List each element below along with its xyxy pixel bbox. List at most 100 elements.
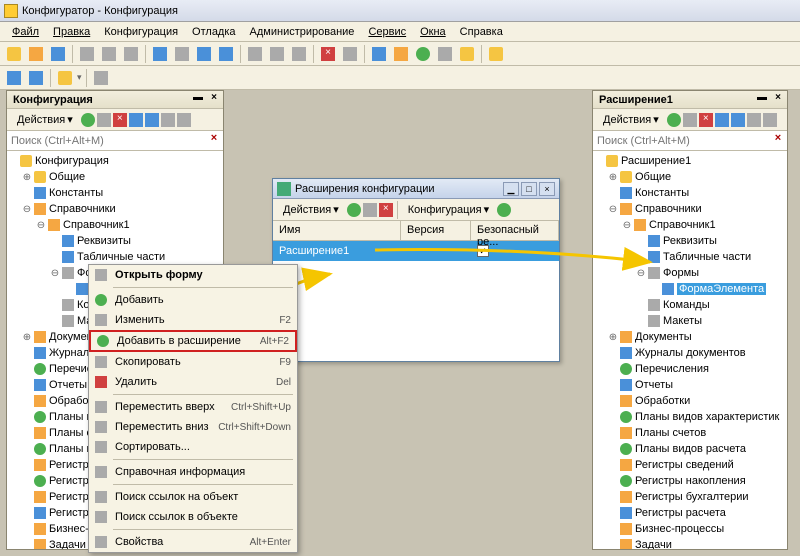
menu-file[interactable]: Файл [6, 24, 45, 40]
toggle-icon[interactable]: ⊕ [607, 332, 619, 343]
add-icon[interactable] [81, 113, 95, 127]
menu-item[interactable]: Справочная информация [89, 462, 297, 482]
tb-cut[interactable] [77, 44, 97, 64]
actions-dropdown[interactable]: Действия ▾ [11, 111, 79, 128]
tb-copy[interactable] [99, 44, 119, 64]
tb2-a[interactable] [4, 68, 24, 88]
tb-redo[interactable] [216, 44, 236, 64]
toggle-icon[interactable]: ⊖ [21, 204, 33, 215]
tb-new[interactable] [4, 44, 24, 64]
filter-icon[interactable] [763, 113, 777, 127]
delete-icon[interactable]: × [699, 113, 713, 127]
maximize-button[interactable]: □ [521, 182, 537, 196]
menu-item[interactable]: СкопироватьF9 [89, 352, 297, 372]
edit-icon[interactable] [683, 113, 697, 127]
menu-item[interactable]: Сортировать... [89, 437, 297, 457]
dialog-config-dropdown[interactable]: Конфигурация ▾ [402, 201, 495, 218]
tree-item[interactable]: Перечисления [593, 361, 787, 377]
toggle-icon[interactable]: ⊖ [635, 268, 647, 279]
tree-item[interactable]: Табличные части [7, 249, 223, 265]
menu-item[interactable]: Добавить в расширениеAlt+F2 [89, 330, 297, 352]
tb-btn-e[interactable] [369, 44, 389, 64]
toggle-icon[interactable]: ⊕ [607, 172, 619, 183]
tree-item[interactable]: ⊖Справочники [7, 201, 223, 217]
menu-item[interactable]: Поиск ссылок на объект [89, 487, 297, 507]
tree-item[interactable]: Расширение1 [593, 153, 787, 169]
tb-btn-h[interactable] [435, 44, 455, 64]
tb2-run[interactable] [55, 68, 75, 88]
tb-help[interactable] [486, 44, 506, 64]
toggle-icon[interactable]: ⊖ [35, 220, 47, 231]
up-icon[interactable] [129, 113, 143, 127]
col-name[interactable]: Имя [273, 221, 401, 240]
tree-item[interactable]: Задачи [593, 537, 787, 549]
tree-item[interactable]: Реквизиты [7, 233, 223, 249]
minimize-button[interactable]: ▁ [503, 182, 519, 196]
pin-icon[interactable]: ▬ [191, 92, 205, 106]
pin-icon[interactable]: ▬ [755, 92, 769, 106]
menu-windows[interactable]: Окна [414, 24, 452, 40]
toggle-icon[interactable]: ⊖ [607, 204, 619, 215]
tb-find[interactable] [172, 44, 192, 64]
tree-item[interactable]: Планы счетов [593, 425, 787, 441]
tb-btn-b[interactable] [267, 44, 287, 64]
tree-item[interactable]: ФормаЭлемента [593, 281, 787, 297]
tb2-b[interactable] [26, 68, 46, 88]
tree-item[interactable]: ⊕Общие [7, 169, 223, 185]
search-input[interactable] [7, 133, 205, 149]
tree-item[interactable]: Планы видов характеристик [593, 409, 787, 425]
menu-service[interactable]: Сервис [362, 24, 412, 40]
tree-item[interactable]: ⊖Справочники [593, 201, 787, 217]
down-icon[interactable] [731, 113, 745, 127]
tb-paste[interactable] [121, 44, 141, 64]
sort-icon[interactable] [747, 113, 761, 127]
add-icon[interactable] [667, 113, 681, 127]
dialog-delete-icon[interactable]: × [379, 203, 393, 217]
tree-item[interactable]: Журналы документов [593, 345, 787, 361]
col-safe[interactable]: Безопасный ре... [471, 221, 559, 240]
close-button[interactable]: × [539, 182, 555, 196]
menu-item[interactable]: Переместить внизCtrl+Shift+Down [89, 417, 297, 437]
tree-item[interactable]: Константы [7, 185, 223, 201]
tree-item[interactable]: Табличные части [593, 249, 787, 265]
dialog-titlebar[interactable]: Расширения конфигурации ▁ □ × [273, 179, 559, 199]
tb-undo[interactable] [194, 44, 214, 64]
menu-edit[interactable]: Правка [47, 24, 96, 40]
toggle-icon[interactable]: ⊖ [49, 268, 61, 279]
tb-btn-g[interactable] [413, 44, 433, 64]
tree-item[interactable]: Регистры бухгалтерии [593, 489, 787, 505]
close-icon[interactable]: × [771, 92, 785, 106]
tree-item[interactable]: Конфигурация [7, 153, 223, 169]
menu-debug[interactable]: Отладка [186, 24, 241, 40]
toggle-icon[interactable]: ⊕ [21, 332, 33, 343]
close-icon[interactable]: × [207, 92, 221, 106]
toggle-icon[interactable]: ⊖ [621, 220, 633, 231]
tb-open[interactable] [26, 44, 46, 64]
up-icon[interactable] [715, 113, 729, 127]
tree-item[interactable]: Обработки [593, 393, 787, 409]
down-icon[interactable] [145, 113, 159, 127]
tree-item[interactable]: Планы видов расчета [593, 441, 787, 457]
col-version[interactable]: Версия [401, 221, 471, 240]
checkbox-icon[interactable]: ✓ [477, 245, 489, 257]
tree-item[interactable]: ⊖Справочник1 [593, 217, 787, 233]
menu-help[interactable]: Справка [454, 24, 509, 40]
tree-item[interactable]: Бизнес-процессы [593, 521, 787, 537]
menu-admin[interactable]: Администрирование [244, 24, 361, 40]
dialog-copy-icon[interactable] [363, 203, 377, 217]
table-row[interactable]: Расширение1 ✓ [273, 241, 559, 261]
menu-item[interactable]: СвойстваAlt+Enter [89, 532, 297, 552]
tree-item[interactable]: Макеты [593, 313, 787, 329]
extension-tree[interactable]: Расширение1⊕ОбщиеКонстанты⊖Справочники⊖С… [593, 151, 787, 549]
dialog-add-icon[interactable] [347, 203, 361, 217]
menu-item[interactable]: Добавить [89, 290, 297, 310]
menu-item[interactable]: ИзменитьF2 [89, 310, 297, 330]
toggle-icon[interactable]: ⊕ [21, 172, 33, 183]
tb-delete[interactable]: × [318, 44, 338, 64]
clear-search-icon[interactable]: × [769, 132, 787, 150]
tb-save[interactable] [48, 44, 68, 64]
tree-item[interactable]: Команды [593, 297, 787, 313]
tree-item[interactable]: ⊕Общие [593, 169, 787, 185]
tree-item[interactable]: Регистры расчета [593, 505, 787, 521]
edit-icon[interactable] [97, 113, 111, 127]
